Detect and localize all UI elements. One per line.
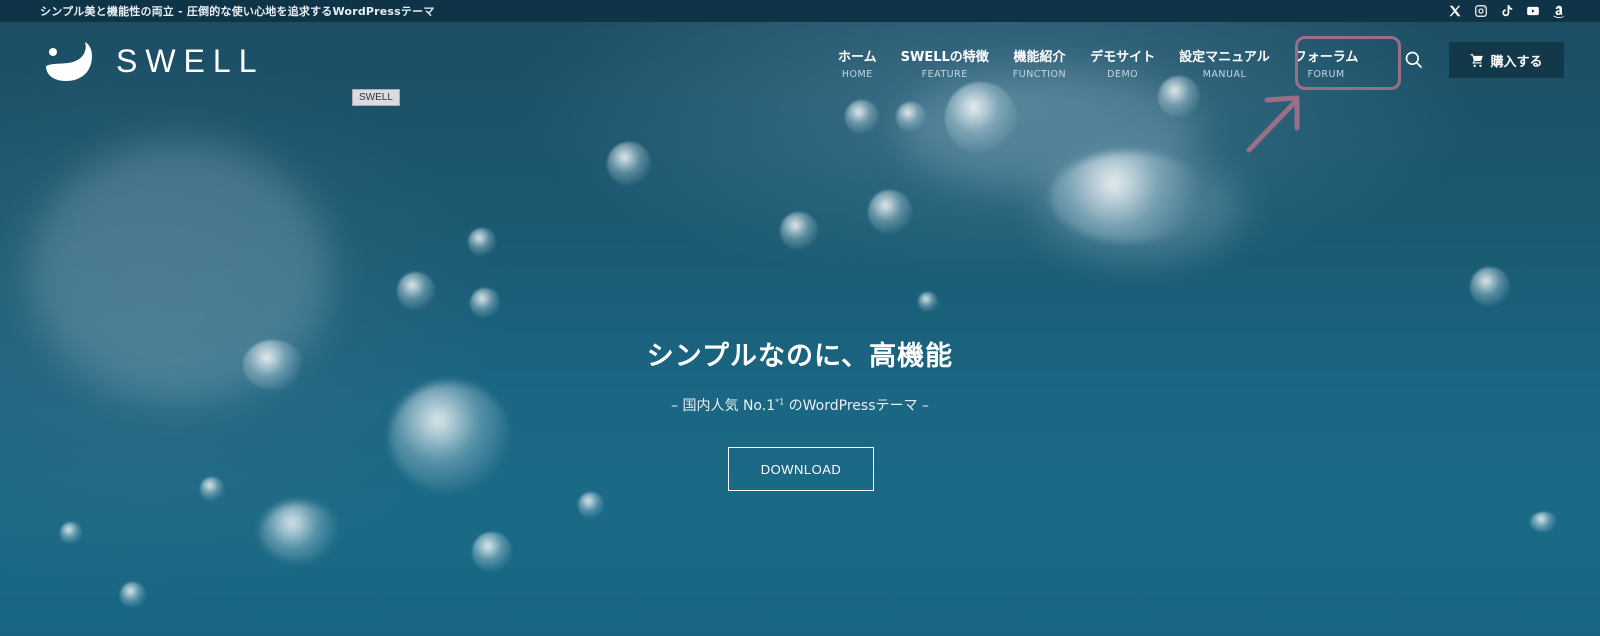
nav-sublabel: HOME xyxy=(841,69,873,80)
youtube-icon[interactable] xyxy=(1526,4,1540,18)
search-icon xyxy=(1405,51,1423,69)
footnote-mark: *1 xyxy=(775,397,785,407)
tiktok-icon[interactable] xyxy=(1500,4,1514,18)
nav-label: SWELLの特徴 xyxy=(900,50,989,65)
forum-highlight-box xyxy=(1295,36,1401,90)
nav-sublabel: MANUAL xyxy=(1202,69,1247,80)
site-tagline: シンプル美と機能性の両立 - 圧倒的な使い心地を追求するWordPressテーマ xyxy=(40,5,435,18)
amazon-icon[interactable] xyxy=(1552,4,1566,18)
nav-label: デモサイト xyxy=(1090,50,1156,65)
nav-item-manual[interactable]: 設定マニュアル MANUAL xyxy=(1167,46,1282,80)
subtitle-suffix: のWordPressテーマ – xyxy=(784,398,929,414)
nav-item-function[interactable]: 機能紹介 FUNCTION xyxy=(1001,46,1078,80)
hero-title: シンプルなのに、高機能 xyxy=(646,341,954,372)
pointer-arrow-icon xyxy=(1246,95,1300,153)
nav-sublabel: DEMO xyxy=(1107,69,1139,80)
nav-sublabel: FUNCTION xyxy=(1012,69,1067,80)
nav-label: ホーム xyxy=(838,50,877,65)
cart-icon xyxy=(1471,54,1484,67)
hero-subtitle: – 国内人気 No.1*1 のWordPressテーマ – xyxy=(0,395,1600,415)
x-icon[interactable] xyxy=(1448,4,1462,18)
social-links xyxy=(1448,4,1566,18)
buy-button[interactable]: 購入する xyxy=(1449,42,1564,78)
nav-item-feature[interactable]: SWELLの特徴 FEATURE xyxy=(889,46,1001,80)
top-bar: シンプル美と機能性の両立 - 圧倒的な使い心地を追求するWordPressテーマ xyxy=(0,0,1600,22)
main-nav: ホーム HOME SWELLの特徴 FEATURE 機能紹介 FUNCTION … xyxy=(826,46,1370,80)
nav-label: 設定マニュアル xyxy=(1179,50,1270,65)
hero-background xyxy=(0,22,1600,636)
download-button[interactable]: DOWNLOAD xyxy=(728,447,874,491)
search-button[interactable] xyxy=(1402,48,1426,72)
nav-label: 機能紹介 xyxy=(1013,50,1066,65)
instagram-icon[interactable] xyxy=(1474,4,1488,18)
buy-label: 購入する xyxy=(1490,54,1543,70)
site-logo[interactable]: SWELL xyxy=(44,40,264,82)
logo-text: SWELL xyxy=(116,42,265,79)
nav-item-home[interactable]: ホーム HOME xyxy=(826,46,889,80)
swell-logo-icon xyxy=(46,42,92,81)
nav-sublabel: FEATURE xyxy=(921,69,968,80)
subtitle-prefix: – 国内人気 No.1 xyxy=(671,398,776,414)
nav-item-demo[interactable]: デモサイト DEMO xyxy=(1078,46,1167,80)
tooltip-tag: SWELL xyxy=(352,89,400,106)
